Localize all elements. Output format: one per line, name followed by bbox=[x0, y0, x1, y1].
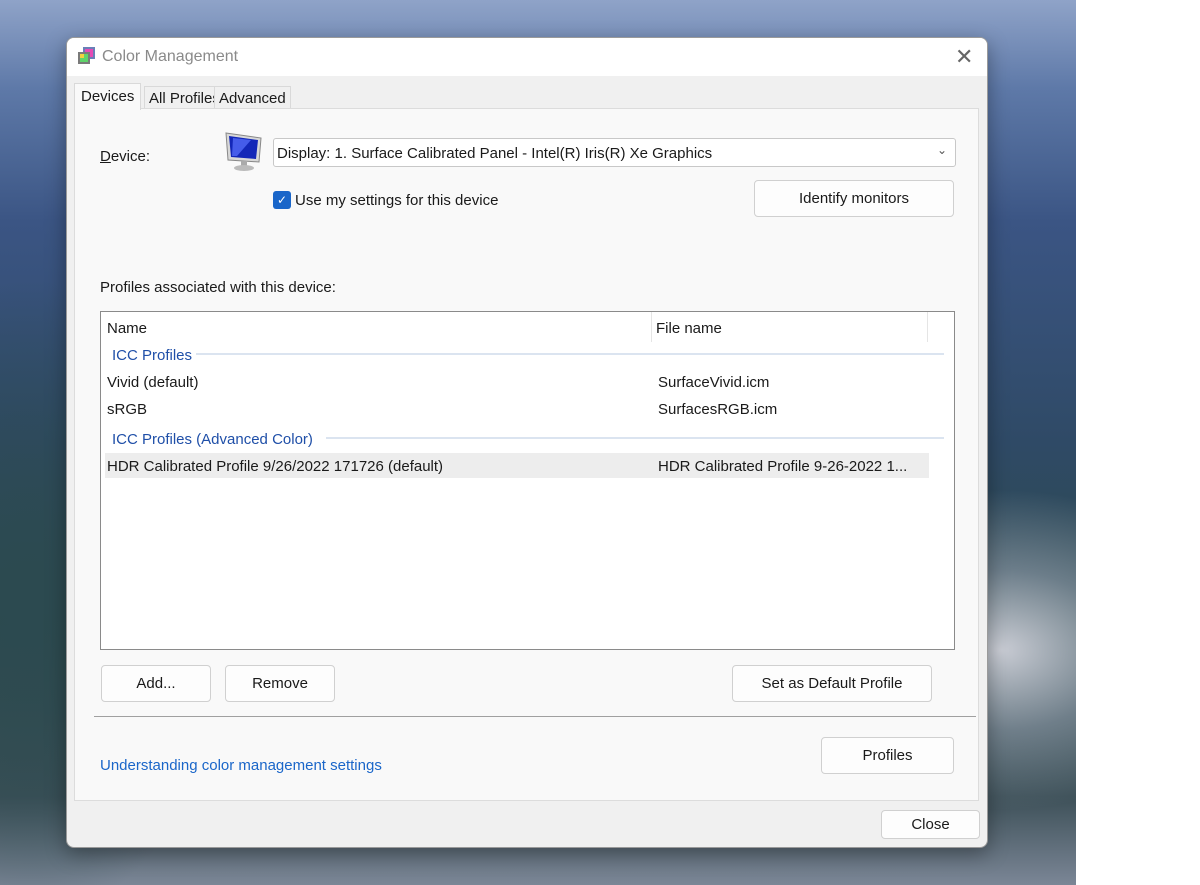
tab-devices[interactable]: Devices bbox=[74, 83, 142, 110]
tab-advanced[interactable]: Advanced bbox=[214, 86, 291, 109]
understanding-color-management-link[interactable]: Understanding color management settings bbox=[100, 757, 382, 774]
window-title: Color Management bbox=[102, 48, 239, 65]
profile-file: HDR Calibrated Profile 9-26-2022 1... bbox=[658, 458, 908, 475]
set-default-profile-button[interactable]: Set as Default Profile bbox=[732, 665, 932, 702]
monitor-icon bbox=[225, 132, 262, 171]
profiles-label: Profiles associated with this device: bbox=[100, 279, 336, 296]
device-select-value: Display: 1. Surface Calibrated Panel - I… bbox=[277, 145, 713, 162]
profiles-button[interactable]: Profiles bbox=[821, 737, 954, 774]
add-button[interactable]: Add... bbox=[101, 665, 211, 702]
profile-name: HDR Calibrated Profile 9/26/2022 171726 … bbox=[107, 458, 444, 475]
identify-monitors-button[interactable]: Identify monitors bbox=[754, 180, 954, 217]
device-label: Device: bbox=[100, 148, 151, 165]
title-bar: Color Management ✕ bbox=[67, 38, 987, 76]
chevron-down-icon: ⌄ bbox=[936, 143, 947, 157]
divider bbox=[94, 716, 976, 717]
column-header-file-name[interactable]: File name bbox=[656, 320, 722, 337]
tab-all-profiles[interactable]: All Profiles bbox=[144, 86, 225, 109]
list-item[interactable]: sRGB SurfacesRGB.icm bbox=[105, 397, 929, 421]
column-header-name[interactable]: Name bbox=[107, 320, 147, 337]
profiles-list: Name File name ICC Profiles Vivid (defau… bbox=[100, 311, 955, 650]
use-settings-label[interactable]: Use my settings for this device bbox=[295, 192, 498, 209]
remove-button[interactable]: Remove bbox=[225, 665, 335, 702]
color-management-dialog: Color Management ✕ All Profiles Advanced… bbox=[66, 37, 988, 848]
profile-name: Vivid (default) bbox=[107, 374, 199, 391]
use-settings-checkbox[interactable]: ✓ bbox=[273, 191, 291, 209]
close-icon[interactable]: ✕ bbox=[955, 44, 973, 70]
list-item-selected[interactable]: HDR Calibrated Profile 9/26/2022 171726 … bbox=[105, 453, 929, 478]
profile-file: SurfaceVivid.icm bbox=[658, 374, 770, 391]
profile-name: sRGB bbox=[107, 401, 148, 418]
profile-file: SurfacesRGB.icm bbox=[658, 401, 778, 418]
group-header-icc-advanced: ICC Profiles (Advanced Color) bbox=[112, 431, 313, 448]
list-item[interactable]: Vivid (default) SurfaceVivid.icm bbox=[105, 370, 929, 394]
color-management-icon bbox=[78, 47, 95, 64]
device-select[interactable]: Display: 1. Surface Calibrated Panel - I… bbox=[273, 138, 956, 167]
group-header-icc-profiles: ICC Profiles bbox=[112, 347, 193, 364]
close-button[interactable]: Close bbox=[881, 810, 980, 839]
